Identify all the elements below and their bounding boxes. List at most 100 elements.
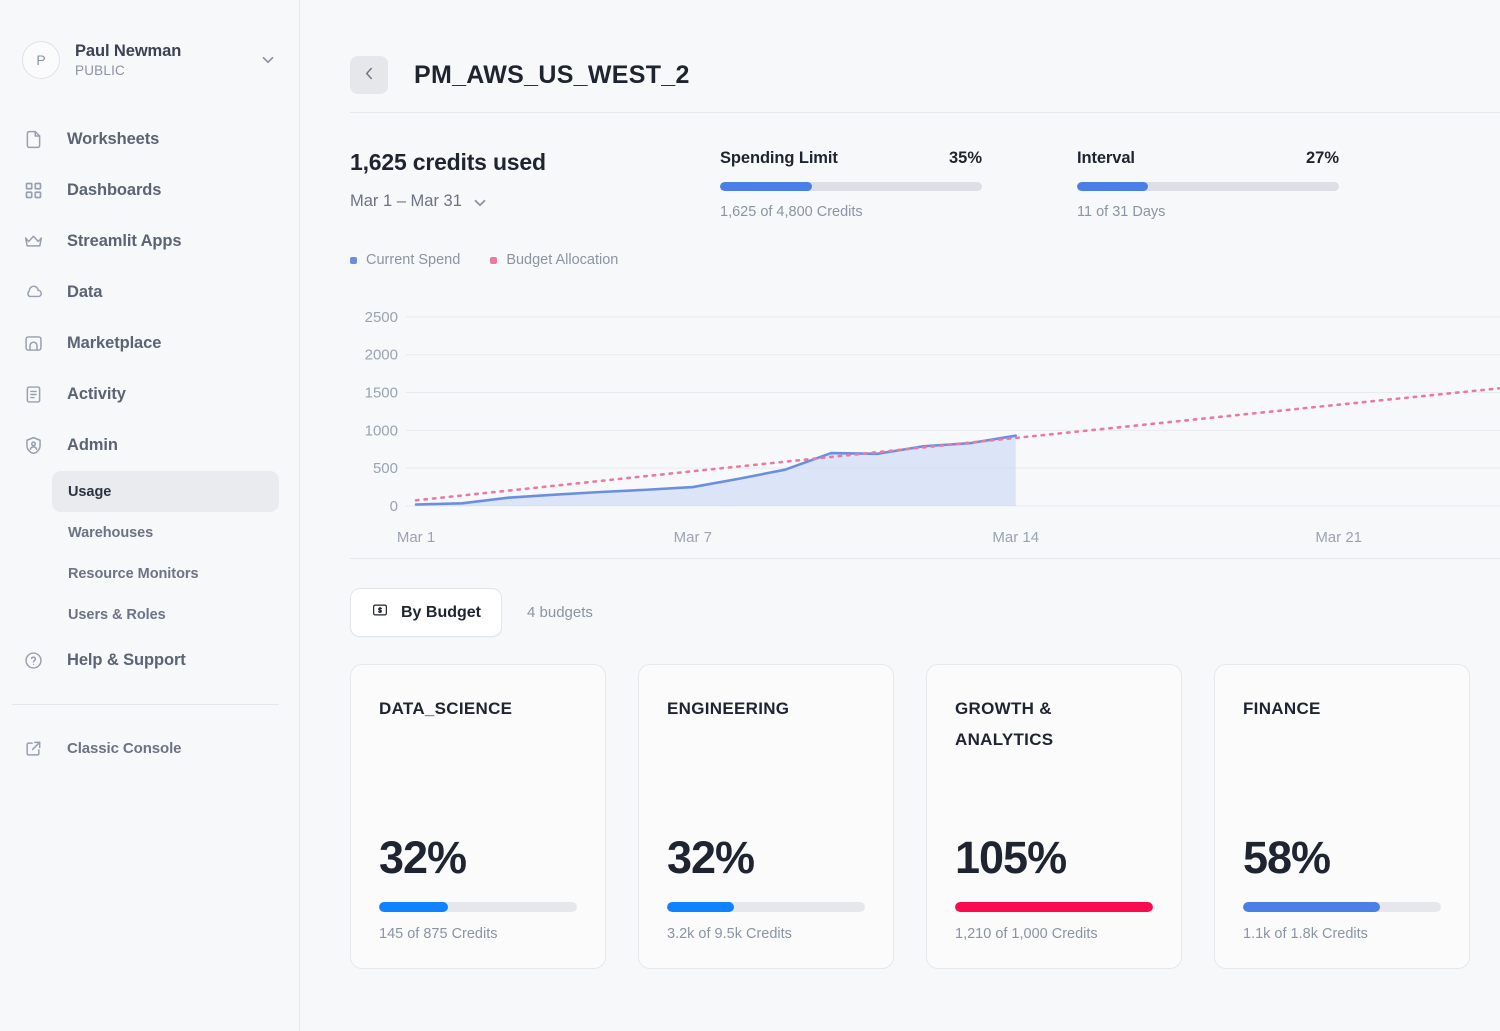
sidebar-item-help-support[interactable]: Help & Support: [0, 635, 299, 686]
chart-y-tick-label: 500: [373, 460, 398, 477]
budget-card-engineering[interactable]: ENGINEERING 32% 3.2k of 9.5k Credits: [638, 664, 894, 969]
grid-icon: [22, 180, 44, 202]
meter-head: Interval 27%: [1077, 149, 1339, 168]
sidebar-item-label: Marketplace: [67, 334, 162, 352]
interval-meter: Interval 27% 11 of 31 Days: [1077, 149, 1339, 220]
file-icon: [22, 129, 44, 151]
sidebar-item-data[interactable]: Data: [0, 267, 299, 318]
budget-count: 4 budgets: [527, 604, 593, 621]
sidebar-divider: [12, 704, 279, 705]
meter-percent: 35%: [948, 149, 982, 167]
chart-y-tick-label: 0: [390, 498, 398, 515]
sidebar: P Paul Newman PUBLIC Worksheets Dashboar…: [0, 0, 300, 1031]
budget-card-progress: [1243, 902, 1441, 912]
spending-limit-meter: Spending Limit 35% 1,625 of 4,800 Credit…: [720, 149, 982, 220]
shield-user-icon: [22, 435, 44, 457]
legend-item-current-spend: Current Spend: [350, 252, 460, 268]
meter-sub: 11 of 31 Days: [1077, 204, 1166, 220]
external-link-icon: [22, 738, 44, 760]
account-switcher[interactable]: P Paul Newman PUBLIC: [0, 0, 299, 90]
budget-cards: DATA_SCIENCE 32% 145 of 875 Credits ENGI…: [300, 637, 1500, 969]
page-title: PM_AWS_US_WEST_2: [414, 60, 690, 89]
chart-x-tick-label: Mar 1: [397, 529, 435, 546]
sidebar-subitem-label: Usage: [68, 483, 112, 500]
sidebar-item-worksheets[interactable]: Worksheets: [0, 114, 299, 165]
sidebar-item-admin[interactable]: Admin: [0, 420, 299, 471]
sidebar-item-label: Classic Console: [67, 740, 182, 757]
sidebar-item-warehouses[interactable]: Warehouses: [52, 512, 279, 553]
budget-card-sub: 3.2k of 9.5k Credits: [667, 926, 792, 942]
back-button[interactable]: [350, 56, 388, 94]
account-name: Paul Newman: [75, 41, 182, 60]
budget-card-sub: 145 of 875 Credits: [379, 926, 498, 942]
sidebar-item-classic-console[interactable]: Classic Console: [0, 723, 299, 774]
sidebar-item-label: Streamlit Apps: [67, 232, 182, 250]
chart-x-tick-label: Mar 7: [674, 529, 712, 546]
account-text: Paul Newman PUBLIC: [75, 42, 259, 79]
app-root: P Paul Newman PUBLIC Worksheets Dashboar…: [0, 0, 1500, 1031]
crown-icon: [22, 231, 44, 253]
credits-block: 1,625 credits used Mar 1 – Mar 31: [350, 149, 720, 211]
sidebar-item-label: Data: [67, 283, 103, 301]
main-content: PM_AWS_US_WEST_2 1,625 credits used Mar …: [300, 0, 1500, 1031]
budget-card-progress: [667, 902, 865, 912]
budget-card-finance[interactable]: FINANCE 58% 1.1k of 1.8k Credits: [1214, 664, 1470, 969]
budget-card-percent: 58%: [1243, 832, 1331, 883]
budget-card-sub: 1,210 of 1,000 Credits: [955, 926, 1098, 942]
legend-label: Budget Allocation: [506, 252, 619, 268]
meter-label: Spending Limit: [720, 149, 838, 167]
date-range-selector[interactable]: Mar 1 – Mar 31: [350, 192, 489, 211]
chart-y-tick-label: 1000: [365, 422, 398, 439]
meter-label: Interval: [1077, 149, 1135, 167]
sidebar-item-marketplace[interactable]: Marketplace: [0, 318, 299, 369]
legend-item-budget-allocation: Budget Allocation: [490, 252, 618, 268]
sidebar-item-resource-monitors[interactable]: Resource Monitors: [52, 553, 279, 594]
sidebar-item-label: Help & Support: [67, 651, 186, 669]
page-header: PM_AWS_US_WEST_2: [300, 0, 1500, 112]
chevron-down-icon: [471, 194, 489, 210]
budget-card-title: DATA_SCIENCE: [379, 699, 513, 718]
meter-sub: 1,625 of 4,800 Credits: [720, 204, 863, 220]
question-circle-icon: [22, 650, 44, 672]
sidebar-item-label: Activity: [67, 385, 126, 403]
sidebar-item-streamlit-apps[interactable]: Streamlit Apps: [0, 216, 299, 267]
budget-card-percent: 105%: [955, 832, 1067, 883]
progress-bar: [1077, 182, 1339, 191]
sidebar-item-users-roles[interactable]: Users & Roles: [52, 594, 279, 635]
usage-summary: 1,625 credits used Mar 1 – Mar 31 Spendi…: [300, 113, 1500, 220]
budget-card-percent: 32%: [379, 832, 467, 883]
by-budget-button[interactable]: By Budget: [350, 588, 502, 637]
dollar-box-icon: [371, 601, 389, 624]
chart-y-tick-label: 2500: [365, 309, 398, 326]
sidebar-subitem-label: Users & Roles: [68, 606, 166, 623]
date-range-label: Mar 1 – Mar 31: [350, 192, 462, 210]
sidebar-item-label: Dashboards: [67, 181, 162, 199]
chevron-left-icon: [361, 65, 378, 85]
budget-card-data-science[interactable]: DATA_SCIENCE 32% 145 of 875 Credits: [350, 664, 606, 969]
progress-bar: [720, 182, 982, 191]
meter-head: Spending Limit 35%: [720, 149, 982, 168]
sidebar-item-usage[interactable]: Usage: [52, 471, 279, 512]
usage-chart-section: Current Spend Budget Allocation 0 500 1000…: [300, 220, 1500, 558]
sidebar-item-dashboards[interactable]: Dashboards: [0, 165, 299, 216]
sidebar-subitem-label: Warehouses: [68, 524, 154, 541]
budget-card-progress: [379, 902, 577, 912]
budget-toolbar: By Budget 4 budgets: [300, 559, 1500, 637]
legend-swatch: [350, 256, 357, 264]
chart-y-tick-label: 1500: [365, 385, 398, 402]
budget-card-title: FINANCE: [1243, 699, 1321, 718]
chart-y-tick-label: 2000: [365, 347, 398, 364]
budget-card-title: ENGINEERING: [667, 699, 790, 718]
budget-card-growth-analytics[interactable]: GROWTH & ANALYTICS 105% 1,210 of 1,000 C…: [926, 664, 1182, 969]
usage-chart[interactable]: 0 500 1000 1500 2000 2500 Mar 1 Mar 7 Mar 14 Mar …: [350, 290, 1500, 558]
avatar-initial: P: [36, 52, 46, 68]
sidebar-item-activity[interactable]: Activity: [0, 369, 299, 420]
sidebar-nav: Worksheets Dashboards Streamlit Apps Dat…: [0, 114, 299, 774]
chart-x-tick-label: Mar 14: [992, 529, 1039, 546]
chevron-down-icon[interactable]: [259, 51, 277, 69]
budget-card-title: GROWTH & ANALYTICS: [955, 699, 1054, 750]
chart-legend: Current Spend Budget Allocation: [350, 252, 1500, 268]
budget-card-progress: [955, 902, 1153, 912]
account-role: PUBLIC: [75, 63, 125, 79]
legend-swatch: [490, 256, 498, 264]
